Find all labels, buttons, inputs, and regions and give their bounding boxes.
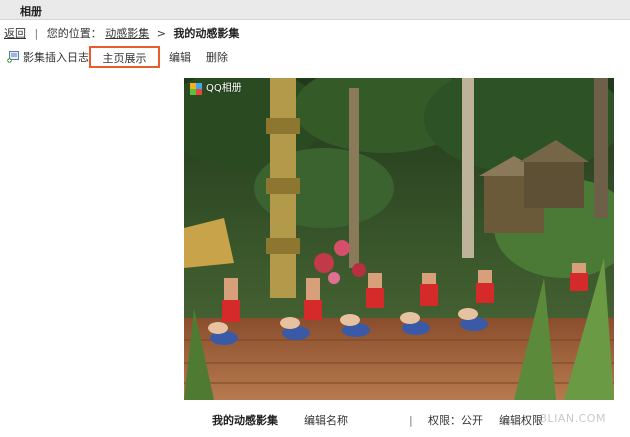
insert-into-log-button[interactable]: 影集插入日志 — [6, 50, 89, 66]
homepage-display-button[interactable]: 主页展示 — [89, 46, 160, 68]
stage-scene-image — [184, 78, 614, 400]
album-name: 我的动感影集 — [212, 414, 278, 427]
window-titlebar: 相册 — [0, 0, 630, 20]
breadcrumb: 返回 | 您的位置： 动感影集 > 我的动感影集 — [4, 26, 239, 42]
permission-label: 权限：公开 — [428, 414, 483, 427]
breadcrumb-separator: | — [34, 27, 39, 40]
insert-log-icon — [7, 51, 19, 63]
insert-log-label: 影集插入日志 — [23, 51, 89, 64]
edit-permission-link[interactable]: 编辑权限 — [499, 412, 543, 430]
edit-button[interactable]: 编辑 — [169, 50, 191, 66]
breadcrumb-current: 我的动感影集 — [173, 27, 240, 40]
album-footer: 我的动感影集 编辑名称 | 权限：公开 编辑权限 3LIAN.COM — [0, 412, 630, 430]
window-title: 相册 — [20, 5, 42, 18]
album-photo[interactable]: QQ相册 — [184, 78, 614, 400]
album-toolbar: 影集插入日志 主页展示 编辑 删除 — [0, 46, 630, 72]
qq-album-logo-icon — [190, 83, 202, 95]
qq-album-badge: QQ相册 — [190, 82, 242, 96]
back-link[interactable]: 返回 — [4, 27, 26, 40]
location-label: 您的位置： — [46, 27, 102, 40]
edit-name-link[interactable]: 编辑名称 — [304, 412, 348, 430]
qq-album-badge-label: QQ相册 — [206, 83, 242, 94]
footer-separator: | — [409, 414, 413, 427]
site-watermark: 3LIAN.COM — [540, 412, 606, 425]
chevron-right-icon: > — [156, 27, 166, 40]
breadcrumb-parent-link[interactable]: 动感影集 — [105, 27, 149, 40]
delete-button[interactable]: 删除 — [206, 50, 228, 66]
